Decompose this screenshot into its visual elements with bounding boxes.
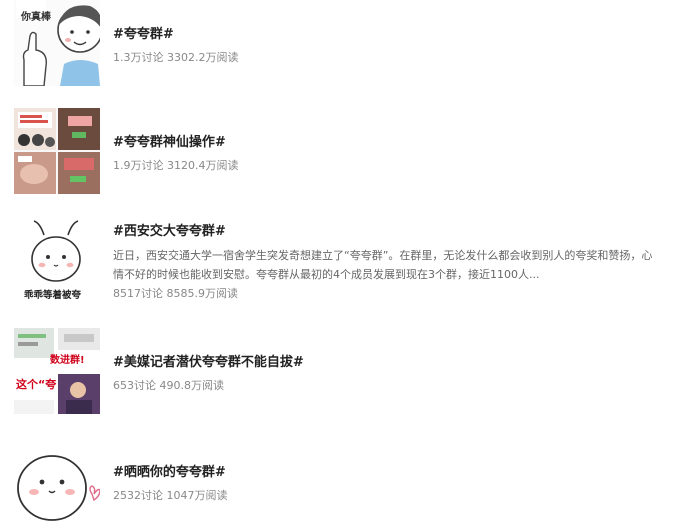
thumbnail-caption: 乖乖等着被夸 <box>24 290 82 301</box>
topic-thumbnail[interactable]: 乖乖等着被夸 <box>14 215 100 301</box>
topic-item-kuakuaqun[interactable]: 你真棒 #夸夸群# 1.3万讨论 3302.2万阅读 <box>14 0 664 86</box>
photo-collage-icon <box>14 108 100 194</box>
topic-title[interactable]: #美媒记者潜伏夸夸群不能自拔# <box>113 354 664 372</box>
topic-stats: 2532讨论 1047万阅读 <box>113 489 228 502</box>
topic-stats: 1.9万讨论 3120.4万阅读 <box>113 159 239 172</box>
topic-description: 近日，西安交通大学一宿舍学生突发奇想建立了“夸夸群”。在群里，无论发什么都会收到… <box>113 249 653 281</box>
cute-face-mascot-icon <box>14 438 100 524</box>
topic-item-kuakuaqun-shenxian[interactable]: #夸夸群神仙操作# 1.9万讨论 3120.4万阅读 <box>14 108 664 194</box>
thumbnail-caption: 你真棒 <box>21 12 51 23</box>
topic-stats: 653讨论 490.8万阅读 <box>113 379 224 392</box>
topic-title[interactable]: #西安交大夸夸群# <box>113 223 664 241</box>
topic-thumbnail[interactable]: 数进群! 这个“夸 <box>14 328 100 414</box>
topic-title[interactable]: #夸夸群# <box>113 26 664 44</box>
topic-stats: 8517讨论 8585.9万阅读 <box>113 287 238 300</box>
topic-thumbnail[interactable] <box>14 438 100 524</box>
topic-title[interactable]: #夸夸群神仙操作# <box>113 134 664 152</box>
topic-stats: 1.3万讨论 3302.2万阅读 <box>113 51 239 64</box>
topic-item-meimei-jizhe[interactable]: 数进群! 这个“夸 #美媒记者潜伏夸夸群不能自拔# 653讨论 490.8万阅读 <box>14 328 664 414</box>
thumbnail-caption: 这个“夸 <box>16 378 57 391</box>
topic-item-shaishai[interactable]: #晒晒你的夸夸群# 2532讨论 1047万阅读 <box>14 438 664 524</box>
topic-thumbnail[interactable]: 你真棒 <box>14 0 100 86</box>
topic-title[interactable]: #晒晒你的夸夸群# <box>113 464 664 482</box>
topic-item-xian-jiaoda[interactable]: 乖乖等着被夸 #西安交大夸夸群# 近日，西安交通大学一宿舍学生突发奇想建立了“夸… <box>14 215 664 302</box>
thumbnail-caption: 数进群! <box>50 355 85 366</box>
news-screenshot-collage-icon <box>14 328 100 414</box>
topic-thumbnail[interactable] <box>14 108 100 194</box>
